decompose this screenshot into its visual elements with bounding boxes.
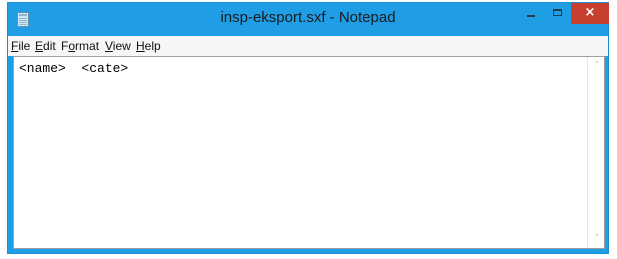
menu-format-label: rmat xyxy=(75,39,100,53)
menu-edit-label: dit xyxy=(43,39,56,53)
menu-file[interactable]: File xyxy=(11,39,30,53)
vertical-scrollbar[interactable]: ˄ ˅ xyxy=(587,57,604,248)
scroll-down-icon[interactable]: ˅ xyxy=(592,234,602,244)
menu-edit-mnemonic: E xyxy=(35,39,44,53)
menu-format[interactable]: Format xyxy=(61,39,99,53)
close-button[interactable]: × xyxy=(571,3,609,24)
menu-view-label: iew xyxy=(112,39,131,53)
menu-edit[interactable]: Edit xyxy=(35,39,56,53)
minimize-button[interactable] xyxy=(518,3,544,24)
menu-help-mnemonic: H xyxy=(136,39,145,53)
menu-view[interactable]: View xyxy=(105,39,131,53)
menu-view-mnemonic: V xyxy=(105,39,113,53)
text-editor[interactable]: <name> <cate> ˄ ˅ xyxy=(13,56,605,249)
menu-file-label: ile xyxy=(18,39,31,53)
editor-content[interactable]: <name> <cate> xyxy=(19,61,128,76)
maximize-button[interactable] xyxy=(545,3,571,24)
menu-help[interactable]: Help xyxy=(136,39,161,53)
title-bar[interactable]: insp-eksport.sxf - Notepad × xyxy=(8,3,609,35)
notepad-window: insp-eksport.sxf - Notepad × File Edit F… xyxy=(7,2,609,254)
menu-bar: File Edit Format View Help xyxy=(8,36,608,56)
menu-help-label: elp xyxy=(144,39,161,53)
scroll-up-icon[interactable]: ˄ xyxy=(592,61,602,71)
